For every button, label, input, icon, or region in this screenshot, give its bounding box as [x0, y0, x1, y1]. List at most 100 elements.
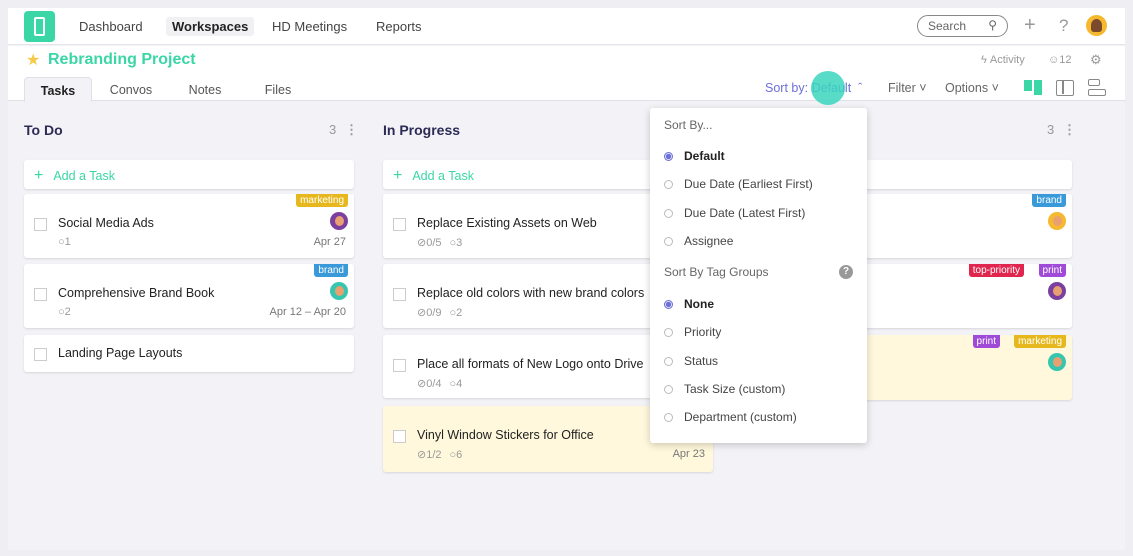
- tab-convos[interactable]: Convos: [103, 77, 159, 102]
- task-card[interactable]: Comprehensive Brand Book ○2 Apr 12 – Apr 2…: [24, 264, 354, 328]
- plus-icon: +: [34, 167, 44, 184]
- task-title: Replace Existing Assets on Web: [417, 216, 597, 230]
- radio-icon: [664, 413, 673, 423]
- assignee-avatar[interactable]: [1048, 212, 1066, 230]
- search-icon: ⚲: [988, 18, 997, 32]
- task-checkbox[interactable]: [393, 218, 406, 231]
- sort-option[interactable]: Priority: [664, 325, 721, 339]
- task-checkbox[interactable]: [34, 288, 47, 301]
- star-icon[interactable]: ★: [26, 50, 40, 70]
- sort-option[interactable]: Due Date (Earliest First): [664, 177, 813, 191]
- checklist-count: 0/9: [426, 307, 442, 319]
- task-card[interactable]: Social Media Ads ○1 Apr 27 marketing: [24, 194, 354, 258]
- list-view-icon[interactable]: [1088, 79, 1106, 97]
- project-title: Rebranding Project: [48, 51, 196, 68]
- task-checkbox[interactable]: [393, 359, 406, 372]
- task-meta: ⊘0/5 ○3: [417, 236, 462, 249]
- comment-count: 4: [456, 378, 463, 390]
- settings-gear-icon[interactable]: ⚙: [1090, 52, 1102, 68]
- radio-icon: [664, 356, 673, 366]
- filter-label: Filter: [888, 81, 916, 95]
- sort-option[interactable]: Department (custom): [664, 410, 797, 424]
- members-button[interactable]: ☺12: [1048, 54, 1071, 66]
- sort-option[interactable]: Task Size (custom): [664, 382, 785, 396]
- chevron-down-icon: ˅: [991, 81, 999, 95]
- tag-badge[interactable]: brand: [1032, 194, 1066, 207]
- radio-icon: [664, 328, 673, 338]
- radio-icon: [664, 384, 673, 394]
- add-icon[interactable]: +: [1024, 14, 1036, 37]
- comment-count: 6: [456, 449, 463, 461]
- nav-workspaces[interactable]: Workspaces: [166, 17, 255, 36]
- task-checkbox[interactable]: [393, 288, 406, 301]
- board-view-icon[interactable]: [1024, 80, 1042, 95]
- add-task-button[interactable]: + Add a Task: [24, 160, 354, 189]
- sort-option[interactable]: None: [664, 297, 714, 311]
- sort-option[interactable]: Status: [664, 354, 718, 368]
- tab-files[interactable]: Files: [258, 77, 298, 102]
- column-title: In Progress: [383, 122, 461, 138]
- user-avatar[interactable]: [1086, 15, 1107, 36]
- task-title: Replace old colors with new brand colors: [417, 286, 645, 300]
- click-indicator: [811, 71, 845, 105]
- add-task-label: Add a Task: [412, 169, 474, 183]
- task-checkbox[interactable]: [34, 348, 47, 361]
- add-task-label: Add a Task: [53, 169, 115, 183]
- comment-count: 2: [64, 306, 71, 318]
- column-count: 3: [1047, 122, 1055, 137]
- activity-link[interactable]: ϟ Activity: [981, 54, 1025, 66]
- task-checkbox[interactable]: [393, 430, 406, 443]
- checklist-count: 0/5: [426, 237, 442, 249]
- comment-count: 1: [64, 236, 71, 248]
- sort-option[interactable]: Default: [664, 149, 725, 163]
- more-vertical-icon[interactable]: ⋮: [1063, 122, 1076, 138]
- assignee-avatar[interactable]: [1048, 282, 1066, 300]
- help-circle-icon[interactable]: ?: [839, 265, 853, 279]
- sort-label: Sort by:: [765, 81, 809, 95]
- tag-badge[interactable]: top-priority: [968, 264, 1024, 277]
- nav-dashboard[interactable]: Dashboard: [73, 17, 149, 36]
- user-icon: ☺: [1048, 54, 1060, 66]
- task-card[interactable]: Landing Page Layouts: [24, 335, 354, 372]
- task-checkbox[interactable]: [34, 218, 47, 231]
- options-button[interactable]: Options ˅: [945, 81, 999, 95]
- assignee-avatar[interactable]: [1048, 353, 1066, 371]
- task-meta: ○2: [58, 306, 71, 318]
- task-title: Vinyl Window Stickers for Office: [417, 428, 594, 442]
- checklist-count: 0/4: [426, 378, 442, 390]
- app-logo[interactable]: [24, 11, 55, 42]
- tag-badge[interactable]: print: [1038, 264, 1066, 277]
- sort-option-label: Due Date (Earliest First): [684, 177, 813, 192]
- task-title: Comprehensive Brand Book: [58, 286, 215, 300]
- members-count: 12: [1059, 54, 1072, 66]
- checklist-icon: ⊘: [417, 237, 427, 249]
- search-placeholder: Search: [928, 19, 967, 33]
- tab-tasks[interactable]: Tasks: [24, 77, 92, 102]
- checklist-count: 1/2: [426, 449, 442, 461]
- tag-badge[interactable]: marketing: [296, 194, 348, 207]
- tag-badge[interactable]: marketing: [1014, 335, 1066, 348]
- more-vertical-icon[interactable]: ⋮: [345, 122, 358, 138]
- radio-icon: [664, 236, 673, 246]
- radio-icon: [664, 208, 673, 218]
- filter-button[interactable]: Filter ˅: [888, 81, 927, 95]
- help-icon[interactable]: ?: [1059, 16, 1068, 36]
- sort-dropdown: Sort By... Default Due Date (Earliest Fir…: [650, 108, 867, 443]
- split-view-icon[interactable]: [1056, 80, 1074, 96]
- options-label: Options: [945, 81, 989, 95]
- tab-notes[interactable]: Notes: [180, 77, 230, 102]
- activity-label: Activity: [989, 54, 1025, 66]
- tag-badge[interactable]: print: [972, 335, 1000, 348]
- chevron-down-icon: ˅: [919, 81, 927, 95]
- tag-badge[interactable]: brand: [314, 264, 348, 277]
- sort-option[interactable]: Assignee: [664, 234, 733, 248]
- nav-hd-meetings[interactable]: HD Meetings: [266, 17, 353, 36]
- search-input[interactable]: Search ⚲: [917, 15, 1008, 37]
- nav-reports[interactable]: Reports: [370, 17, 428, 36]
- task-meta: ⊘0/9 ○2: [417, 306, 462, 319]
- assignee-avatar[interactable]: [330, 282, 348, 300]
- sort-option[interactable]: Due Date (Latest First): [664, 206, 805, 220]
- sort-option-label: Due Date (Latest First): [684, 205, 806, 220]
- assignee-avatar[interactable]: [330, 212, 348, 230]
- checklist-icon: ⊘: [417, 449, 427, 461]
